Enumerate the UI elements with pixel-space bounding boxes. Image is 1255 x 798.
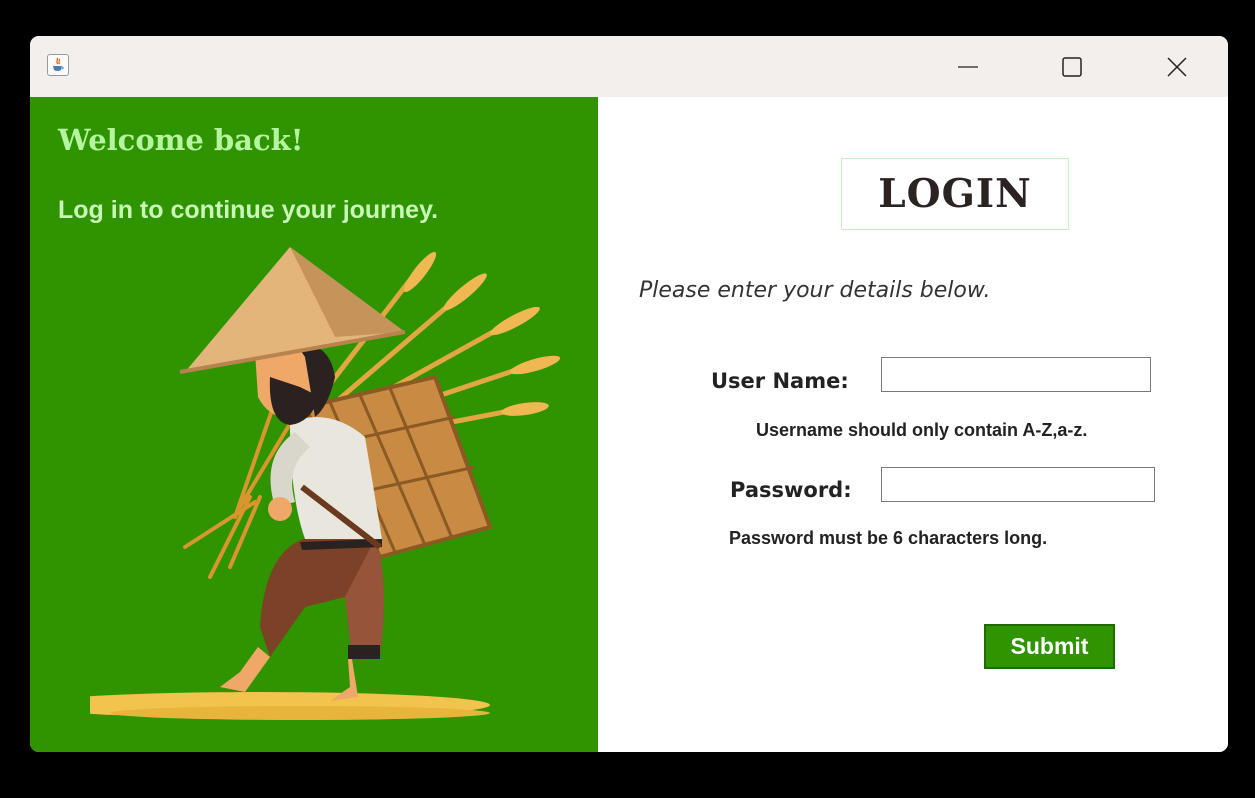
form-prompt: Please enter your details below. [639, 278, 991, 303]
title-bar[interactable] [30, 36, 1228, 97]
close-icon [1167, 56, 1187, 77]
welcome-panel: Welcome back! Log in to continue your jo… [30, 97, 598, 752]
maximize-button[interactable] [1037, 36, 1107, 97]
password-label: Password: [730, 478, 852, 502]
java-cup-icon[interactable] [47, 54, 69, 76]
login-title: LOGIN [878, 171, 1032, 217]
password-input[interactable] [881, 467, 1155, 502]
username-input[interactable] [881, 357, 1151, 392]
login-title-box: LOGIN [841, 158, 1069, 230]
maximize-icon [1062, 56, 1082, 77]
password-hint: Password must be 6 characters long. [729, 528, 1048, 548]
username-label: User Name: [711, 369, 849, 393]
welcome-subtitle: Log in to continue your journey. [58, 196, 439, 224]
username-hint: Username should only contain A-Z,a-z. [756, 420, 1088, 440]
login-window: Welcome back! Log in to continue your jo… [30, 36, 1228, 752]
farmer-illustration [90, 247, 560, 720]
close-button[interactable] [1142, 36, 1212, 97]
welcome-heading: Welcome back! [58, 123, 304, 157]
login-form-panel: LOGIN Please enter your details below. U… [598, 97, 1228, 752]
submit-button[interactable]: Submit [984, 624, 1115, 669]
minimize-icon [958, 65, 978, 68]
minimize-button[interactable] [933, 36, 1003, 97]
